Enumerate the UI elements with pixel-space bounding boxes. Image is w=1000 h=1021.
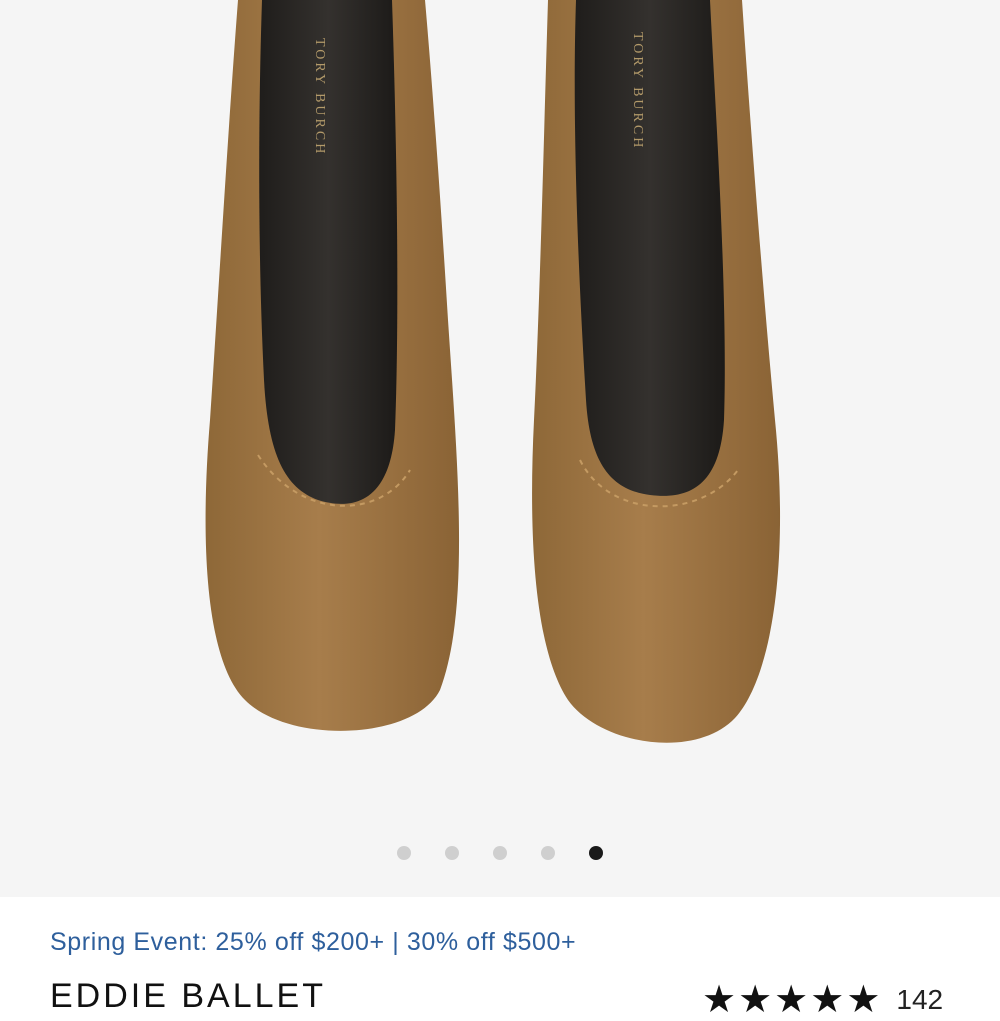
carousel-dot[interactable]: [541, 846, 555, 860]
right-insole-brand: TORY BURCH: [630, 32, 645, 150]
promo-banner[interactable]: Spring Event: 25% off $200+ | 30% off $5…: [50, 928, 576, 957]
product-info: Spring Event: 25% off $200+ | 30% off $5…: [0, 897, 1000, 1019]
product-image-gallery[interactable]: TORY BURCH TORY BURCH: [0, 0, 1000, 897]
carousel-dot[interactable]: [493, 846, 507, 860]
star-icon: ★: [846, 979, 881, 1021]
product-title: EDDIE BALLET: [50, 977, 326, 1015]
left-insole-brand: TORY BURCH: [312, 38, 327, 156]
product-image: TORY BURCH TORY BURCH: [205, 0, 781, 743]
left-shoe: TORY BURCH: [205, 0, 460, 731]
product-rating[interactable]: ★ ★ ★ ★ ★ 142: [702, 981, 943, 1019]
carousel-pagination: [0, 846, 1000, 862]
star-icon: ★: [738, 979, 773, 1021]
right-shoe: TORY BURCH: [532, 0, 781, 743]
star-icon: ★: [774, 979, 809, 1021]
carousel-dot[interactable]: [397, 846, 411, 860]
star-icon: ★: [702, 979, 737, 1021]
star-icon: ★: [810, 979, 845, 1021]
carousel-dot-active[interactable]: [589, 846, 603, 860]
carousel-dot[interactable]: [445, 846, 459, 860]
review-count[interactable]: 142: [896, 984, 943, 1016]
